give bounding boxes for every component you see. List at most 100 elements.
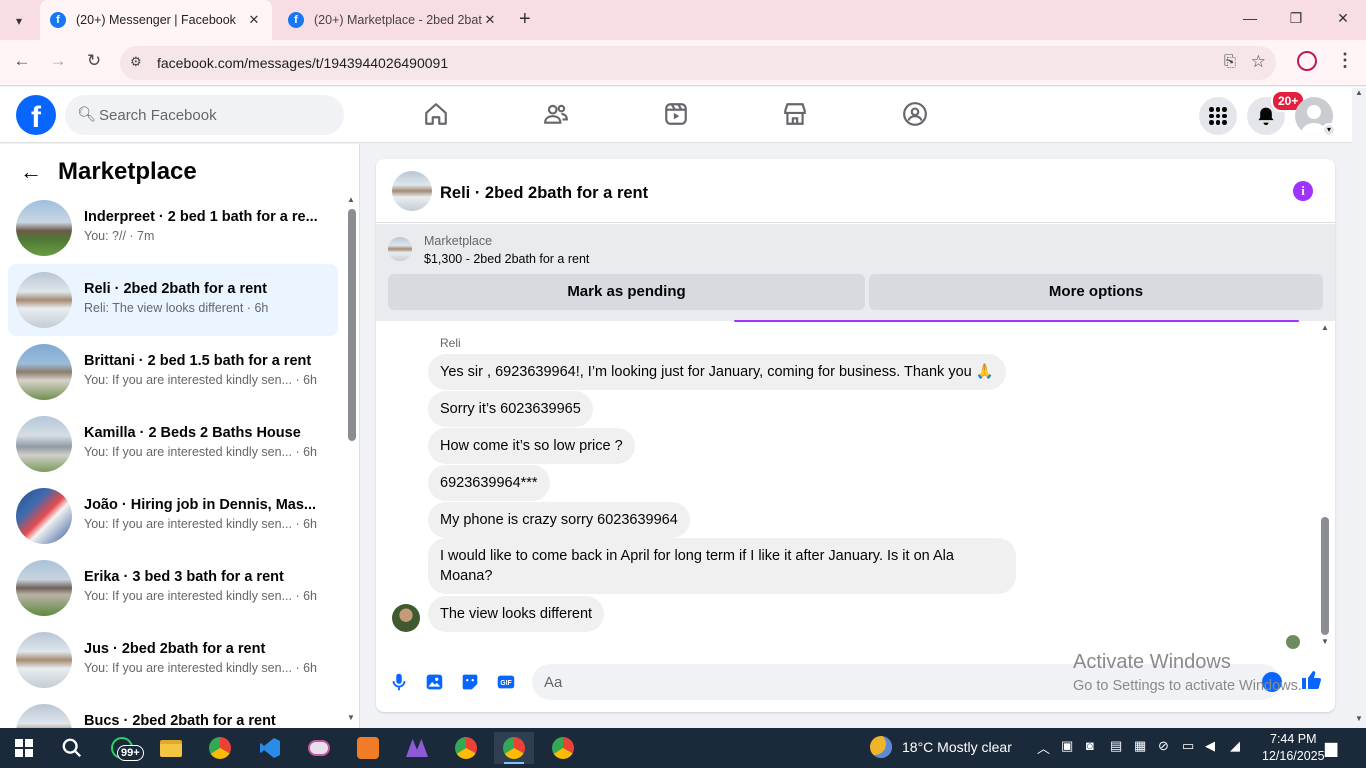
conversation-item[interactable]: Brittani · 2 bed 1.5 bath for a rent You… — [8, 336, 338, 408]
menu-grid-button[interactable] — [1199, 97, 1237, 135]
emoji-icon[interactable] — [1262, 672, 1282, 692]
scroll-up-icon[interactable]: ▲ — [1321, 323, 1329, 332]
chat-avatar[interactable] — [392, 171, 432, 211]
groups-icon[interactable] — [902, 101, 928, 127]
photo-icon[interactable] — [423, 671, 445, 693]
new-tab-icon[interactable]: + — [519, 8, 531, 31]
weather-text: 18°C Mostly clear — [902, 739, 1012, 755]
thumbs-up-icon[interactable] — [1300, 668, 1324, 692]
forward-icon[interactable]: → — [47, 51, 69, 71]
scroll-down-icon[interactable]: ▼ — [1321, 637, 1329, 646]
conversation-name: Kamilla · 2 Beds 2 Baths House — [84, 425, 301, 441]
browser-tab-marketplace[interactable]: f (20+) Marketplace - 2bed 2bath ✕ — [278, 0, 508, 40]
search-input[interactable] — [99, 95, 329, 135]
conversation-item[interactable]: Inderpreet · 2 bed 1 bath for a re... Yo… — [8, 192, 338, 264]
close-window-icon[interactable]: ✕ — [1333, 10, 1353, 27]
reload-icon[interactable]: ↻ — [83, 51, 105, 71]
minimize-icon[interactable]: — — [1240, 10, 1260, 26]
info-icon[interactable]: i — [1293, 181, 1313, 201]
app-taskbar-button[interactable] — [299, 732, 339, 764]
system-clock[interactable]: 7:44 PM 12/16/2025 — [1262, 731, 1325, 765]
message-bubble[interactable]: Sorry it’s 6023639965 — [428, 391, 593, 427]
conversation-item[interactable]: João · Hiring job in Dennis, Mas... You:… — [8, 480, 338, 552]
browser-profile-icon[interactable] — [1297, 51, 1317, 71]
account-chevron-icon[interactable]: ▾ — [1322, 123, 1336, 137]
sidebar-scrollbar-thumb[interactable] — [348, 209, 356, 441]
message-input-box[interactable] — [532, 664, 1280, 700]
bluetooth-off-icon[interactable]: ⊘ — [1158, 738, 1169, 754]
wifi-icon[interactable]: ◢ — [1230, 738, 1240, 754]
restore-icon[interactable]: ❐ — [1286, 10, 1306, 27]
chat-scrollbar-thumb[interactable] — [1321, 517, 1329, 635]
sticker-icon[interactable] — [459, 671, 481, 693]
chrome-profile-button[interactable] — [446, 732, 486, 764]
microphone-icon[interactable] — [388, 671, 410, 693]
notification-center-icon[interactable]: ▆ — [1325, 738, 1337, 758]
install-app-icon[interactable]: ⎘ — [1224, 53, 1236, 70]
sender-avatar[interactable] — [392, 604, 420, 632]
conversation-item[interactable]: Bucs · 2bed 2bath for a rent — [8, 696, 338, 728]
meet-icon[interactable]: ▤ — [1110, 738, 1122, 754]
folder-icon — [160, 739, 182, 757]
marketplace-icon[interactable] — [782, 101, 808, 127]
scroll-up-icon[interactable]: ▲ — [347, 195, 355, 204]
facebook-search[interactable]: 🔍︎ — [65, 95, 344, 135]
browser-tab-messenger[interactable]: f (20+) Messenger | Facebook ✕ — [40, 0, 272, 40]
camera-icon[interactable]: ◙ — [1086, 738, 1094, 753]
mark-as-pending-button[interactable]: Mark as pending — [388, 274, 865, 310]
friends-icon[interactable] — [543, 101, 569, 127]
app-taskbar-button[interactable] — [397, 732, 437, 764]
back-icon[interactable]: ← — [11, 51, 33, 71]
message-bubble[interactable]: 6923639964*** — [428, 465, 550, 501]
taskbar-search-button[interactable] — [52, 732, 92, 764]
conversation-item[interactable]: Reli · 2bed 2bath for a rent Reli: The v… — [8, 264, 338, 336]
svg-text:GIF: GIF — [500, 680, 511, 687]
browser-menu-icon[interactable]: ⋮ — [1336, 50, 1354, 71]
close-tab-icon[interactable]: ✕ — [246, 12, 262, 28]
chrome-profile-button[interactable] — [543, 732, 583, 764]
page-scrollbar[interactable]: ▲ ▼ — [1352, 88, 1366, 728]
scroll-up-icon[interactable]: ▲ — [1355, 88, 1363, 97]
back-arrow-icon[interactable]: ← — [20, 159, 42, 185]
close-tab-icon[interactable]: ✕ — [482, 12, 498, 28]
app-taskbar-button[interactable] — [348, 732, 388, 764]
tray-app-icon[interactable]: ▣ — [1061, 738, 1073, 754]
chrome-profile-button-active[interactable] — [494, 732, 534, 764]
scroll-down-icon[interactable]: ▼ — [1355, 714, 1363, 723]
message-input[interactable] — [544, 664, 1224, 700]
message-bubble[interactable]: How come it’s so low price ? — [428, 428, 635, 464]
listing-price-title[interactable]: $1,300 - 2bed 2bath for a rent — [424, 252, 589, 266]
vscode-taskbar-button[interactable] — [250, 732, 290, 764]
site-info-icon[interactable]: ⚙ — [130, 54, 142, 70]
video-icon[interactable] — [663, 101, 689, 127]
weather-widget[interactable]: 18°C Mostly clear — [870, 736, 1012, 758]
start-button[interactable] — [4, 732, 44, 764]
chat-title[interactable]: Reli · 2bed 2bath for a rent — [440, 184, 648, 203]
sidebar-header: ← Marketplace — [20, 158, 197, 186]
message-bubble[interactable]: My phone is crazy sorry 6023639964 — [428, 502, 690, 538]
network-app-icon[interactable]: ▦ — [1134, 738, 1146, 754]
volume-icon[interactable]: ◀ — [1205, 738, 1215, 754]
conversation-item[interactable]: Jus · 2bed 2bath for a rent You: If you … — [8, 624, 338, 696]
more-options-button[interactable]: More options — [869, 274, 1323, 310]
facebook-logo-icon[interactable]: f — [16, 95, 56, 135]
message-bubble[interactable]: I would like to come back in April for l… — [428, 538, 1016, 594]
bookmark-star-icon[interactable]: ☆ — [1251, 52, 1266, 72]
show-hidden-icons-icon[interactable]: ︿ — [1037, 738, 1050, 757]
battery-icon[interactable]: ▭ — [1182, 738, 1194, 754]
sidebar-title: Marketplace — [58, 158, 197, 185]
home-icon[interactable] — [423, 101, 449, 127]
listing-thumbnail[interactable] — [388, 237, 412, 261]
message-bubble[interactable]: Yes sir , 6923639964!, I’m looking just … — [428, 354, 1006, 390]
scroll-down-icon[interactable]: ▼ — [347, 713, 355, 722]
conversation-item[interactable]: Kamilla · 2 Beds 2 Baths House You: If y… — [8, 408, 338, 480]
message-bubble[interactable]: The view looks different — [428, 596, 605, 632]
tab-search-chevron-icon[interactable]: ▾ — [8, 10, 30, 32]
conversation-preview: You: If you are interested kindly sen...… — [84, 661, 318, 675]
windows-logo-icon — [15, 739, 33, 757]
file-explorer-button[interactable] — [151, 732, 191, 764]
address-bar[interactable]: ⚙ facebook.com/messages/t/19439440264900… — [120, 46, 1276, 80]
chrome-taskbar-button[interactable] — [200, 732, 240, 764]
gif-icon[interactable]: GIF — [495, 671, 517, 693]
conversation-item[interactable]: Erika · 3 bed 3 bath for a rent You: If … — [8, 552, 338, 624]
